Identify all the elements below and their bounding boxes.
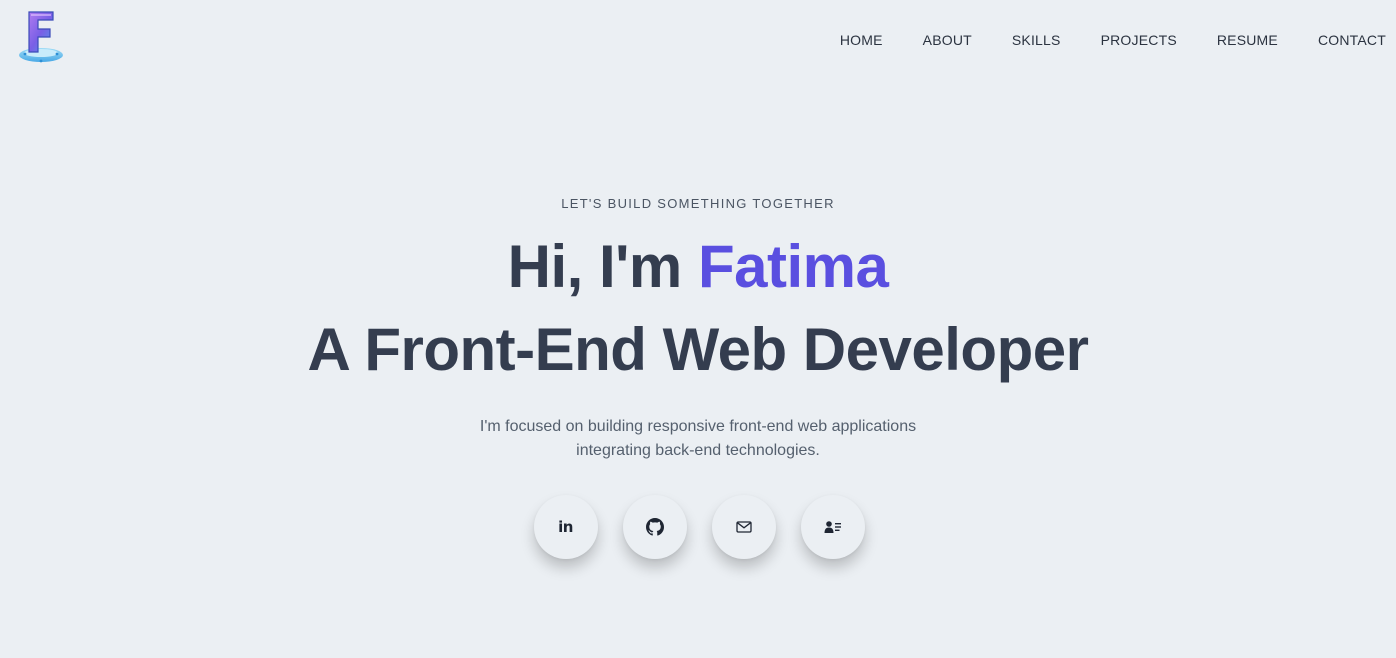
hero-greeting: Hi, I'm Fatima xyxy=(0,227,1396,307)
hero-eyebrow: LET'S BUILD SOMETHING TOGETHER xyxy=(561,196,835,211)
hero-section: LET'S BUILD SOMETHING TOGETHER Hi, I'm F… xyxy=(0,195,1396,559)
nav-home[interactable]: HOME xyxy=(840,31,883,49)
portfolio-page: HOME ABOUT SKILLS PROJECTS RESUME CONTAC… xyxy=(0,0,1396,658)
nav-about[interactable]: ABOUT xyxy=(923,31,972,49)
nav-projects[interactable]: PROJECTS xyxy=(1101,31,1177,49)
hero-description: I'm focused on building responsive front… xyxy=(438,415,958,463)
nav-resume[interactable]: RESUME xyxy=(1217,31,1278,49)
contact-card-icon xyxy=(824,521,841,533)
social-links: in xyxy=(0,495,1396,559)
github-button[interactable] xyxy=(622,495,687,559)
hero-name: Fatima xyxy=(697,233,889,300)
github-icon xyxy=(645,518,664,536)
linkedin-button[interactable]: in xyxy=(533,495,598,559)
main-nav: HOME ABOUT SKILLS PROJECTS RESUME CONTAC… xyxy=(800,31,1386,49)
resume-button[interactable] xyxy=(800,495,865,559)
nav-skills[interactable]: SKILLS xyxy=(1012,31,1061,49)
greeting-text: Hi, I'm xyxy=(507,233,698,300)
email-button[interactable] xyxy=(711,495,776,559)
nav-contact[interactable]: CONTACT xyxy=(1318,31,1386,49)
mail-icon xyxy=(735,521,752,533)
hero-description-line1: I'm focused on building responsive front… xyxy=(479,418,917,435)
f-logo-icon[interactable] xyxy=(17,8,65,66)
linkedin-icon: in xyxy=(558,518,573,536)
hero-description-line2: integrating back-end technologies. xyxy=(576,442,820,459)
hero-role: A Front-End Web Developer xyxy=(307,316,1089,383)
